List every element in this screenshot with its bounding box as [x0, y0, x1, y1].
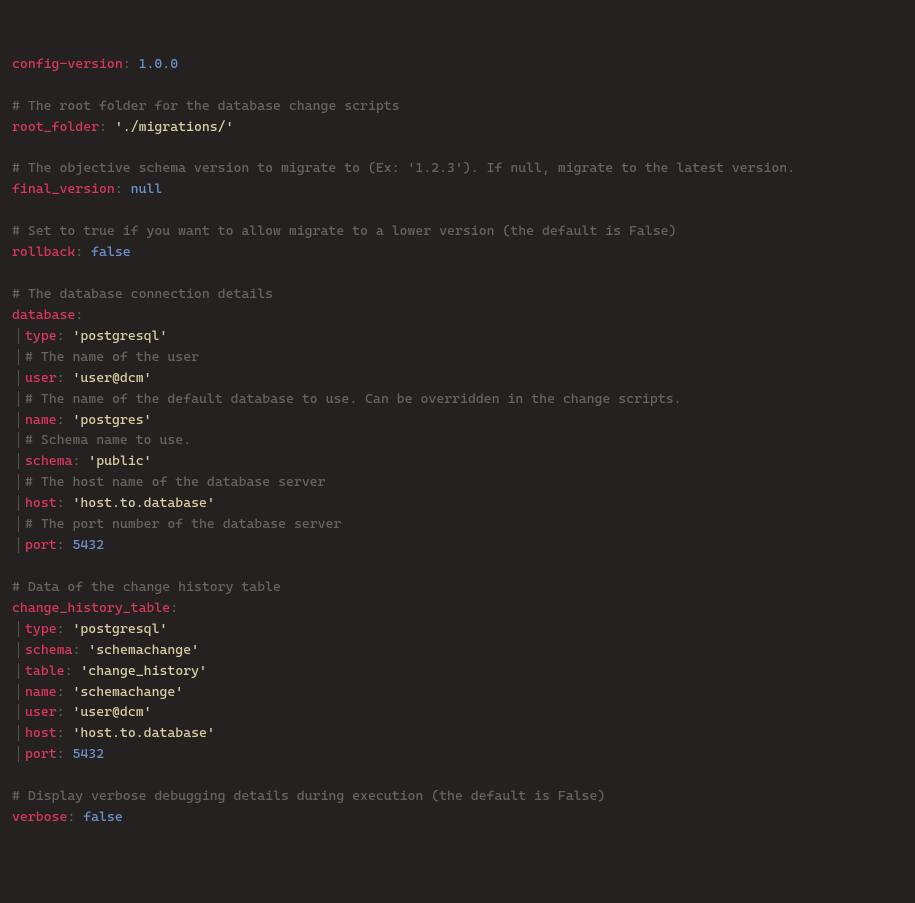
- val-cht-host: 'host.to.database': [72, 725, 214, 741]
- comment-final: # The objective schema version to migrat…: [12, 160, 795, 176]
- val-cht-type: 'postgresql': [72, 621, 167, 637]
- comment-rollback: # Set to true if you want to allow migra…: [12, 223, 676, 239]
- comment-db-name: # The name of the default database to us…: [25, 391, 682, 407]
- key-db-name: name: [25, 412, 57, 428]
- val-config-version: 1.0.0: [139, 56, 179, 72]
- val-root-folder: './migrations/': [115, 119, 234, 135]
- val-db-port: 5432: [72, 537, 104, 553]
- val-cht-schema: 'schemachange': [88, 642, 199, 658]
- val-cht-table: 'change_history': [80, 663, 207, 679]
- comment-root: # The root folder for the database chang…: [12, 98, 400, 114]
- yaml-content: config-version: 1.0.0 # The root folder …: [12, 54, 903, 828]
- key-final-version: final_version: [12, 181, 115, 197]
- val-db-type: 'postgresql': [72, 328, 167, 344]
- key-db-host: host: [25, 495, 57, 511]
- key-cht-user: user: [25, 704, 57, 720]
- key-cht-port: port: [25, 746, 57, 762]
- comment-db-host: # The host name of the database server: [25, 474, 326, 490]
- comment-cht: # Data of the change history table: [12, 579, 281, 595]
- key-cht-host: host: [25, 725, 57, 741]
- key-config-version: config-version: [12, 56, 123, 72]
- val-rollback: false: [91, 244, 131, 260]
- key-cht-schema: schema: [25, 642, 72, 658]
- val-db-schema: 'public': [88, 453, 151, 469]
- comment-db-user: # The name of the user: [25, 349, 199, 365]
- key-root-folder: root_folder: [12, 119, 99, 135]
- val-verbose: false: [83, 809, 123, 825]
- val-db-name: 'postgres': [72, 412, 151, 428]
- key-db-schema: schema: [25, 453, 72, 469]
- val-cht-user: 'user@dcm': [72, 704, 151, 720]
- comment-db-port: # The port number of the database server: [25, 516, 341, 532]
- val-cht-port: 5432: [72, 746, 104, 762]
- val-cht-name: 'schemachange': [72, 684, 183, 700]
- key-database: database: [12, 307, 75, 323]
- comment-db-schema: # Schema name to use.: [25, 432, 191, 448]
- key-cht: change_history_table: [12, 600, 170, 616]
- val-final-version: null: [131, 181, 163, 197]
- key-db-user: user: [25, 370, 57, 386]
- key-verbose: verbose: [12, 809, 67, 825]
- key-cht-table: table: [25, 663, 65, 679]
- key-rollback: rollback: [12, 244, 75, 260]
- key-db-type: type: [25, 328, 57, 344]
- comment-db: # The database connection details: [12, 286, 273, 302]
- key-db-port: port: [25, 537, 57, 553]
- comment-verbose: # Display verbose debugging details duri…: [12, 788, 605, 804]
- key-cht-name: name: [25, 684, 57, 700]
- key-cht-type: type: [25, 621, 57, 637]
- val-db-user: 'user@dcm': [72, 370, 151, 386]
- val-db-host: 'host.to.database': [72, 495, 214, 511]
